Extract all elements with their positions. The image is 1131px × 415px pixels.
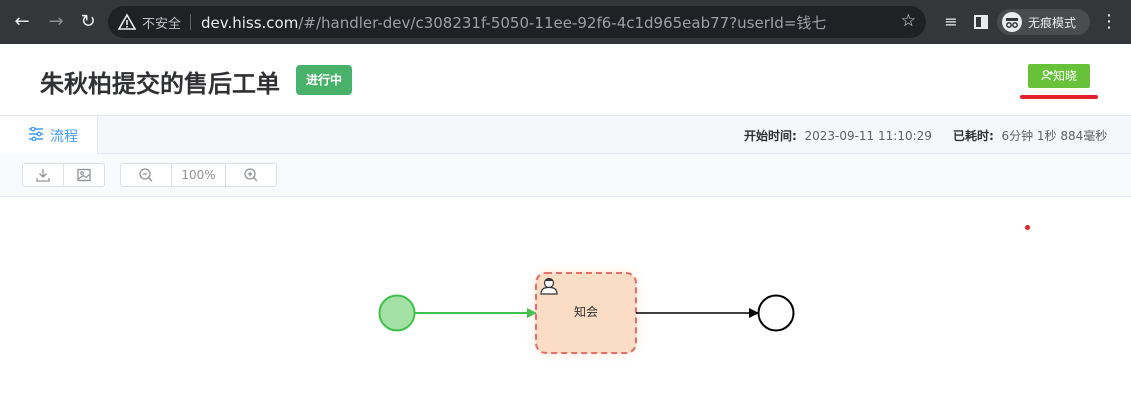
page-title: 朱秋柏提交的售后工单 — [40, 70, 280, 98]
forward-icon[interactable]: → — [44, 10, 68, 34]
acknowledge-label: 知晓 — [1052, 69, 1077, 83]
download-button[interactable] — [23, 164, 64, 186]
elapsed-value: 6分钟 1秒 884毫秒 — [1001, 129, 1108, 143]
diagram-toolbar: 100% — [0, 154, 1131, 197]
status-badge: 进行中 — [296, 65, 353, 95]
url-host: dev.hiss.com — [201, 14, 299, 32]
browser-toolbar: ← → ↻ 不安全 dev.hiss.com/#/handler-dev/c30… — [0, 0, 1131, 44]
export-button-group — [22, 163, 105, 187]
omnibox-divider — [190, 14, 191, 30]
start-event[interactable] — [378, 294, 416, 332]
url-text[interactable]: dev.hiss.com/#/handler-dev/c308231f-5050… — [201, 12, 826, 33]
zoom-button-group: 100% — [120, 163, 277, 187]
annotation-dot — [1025, 225, 1030, 230]
tab-bar: 流程 开始时间: 2023-09-11 11:10:29 已耗时: 6分钟 1秒… — [0, 115, 1131, 154]
zoom-in-icon — [244, 168, 258, 182]
sliders-icon — [29, 127, 43, 141]
security-label: 不安全 — [142, 17, 182, 32]
task-label: 知会 — [573, 305, 598, 319]
elapsed-time: 已耗时: 6分钟 1秒 884毫秒 — [953, 127, 1107, 144]
zoom-level[interactable]: 100% — [172, 164, 226, 186]
start-time: 开始时间: 2023-09-11 11:10:29 — [744, 127, 932, 144]
back-icon[interactable]: ← — [10, 10, 34, 34]
start-time-label: 开始时间: — [744, 129, 797, 143]
menu-kebab-icon[interactable]: ⋮ — [1098, 11, 1120, 33]
bpmn-canvas[interactable]: 知会 — [0, 197, 1131, 415]
incognito-icon — [1002, 12, 1022, 32]
download-icon — [36, 169, 50, 182]
side-panel-icon[interactable] — [970, 11, 992, 33]
incognito-label: 无痕模式 — [1028, 16, 1077, 30]
zoom-out-button[interactable] — [121, 164, 172, 186]
address-bar[interactable]: 不安全 dev.hiss.com/#/handler-dev/c308231f-… — [108, 6, 926, 38]
acknowledge-button[interactable]: 知晓 — [1028, 64, 1090, 88]
reload-icon[interactable]: ↻ — [76, 10, 100, 34]
bookmark-star-icon[interactable]: ☆ — [901, 11, 916, 31]
warning-icon — [118, 13, 136, 30]
tab-flow-label: 流程 — [50, 129, 78, 145]
incognito-badge[interactable]: 无痕模式 — [997, 9, 1090, 35]
start-time-value: 2023-09-11 11:10:29 — [804, 129, 932, 143]
zoom-out-icon — [139, 168, 153, 182]
tab-flow[interactable]: 流程 — [0, 115, 98, 154]
media-control-icon[interactable]: ≡ — [940, 11, 962, 33]
user-add-icon — [1041, 69, 1053, 81]
annotation-underline — [1020, 95, 1098, 99]
zoom-in-button[interactable] — [226, 164, 276, 186]
export-image-button[interactable] — [64, 164, 104, 186]
url-path: /#/handler-dev/c308231f-5050-11ee-92f6-4… — [298, 14, 827, 32]
image-icon — [77, 168, 91, 182]
elapsed-label: 已耗时: — [953, 129, 994, 143]
end-event[interactable] — [757, 294, 795, 332]
